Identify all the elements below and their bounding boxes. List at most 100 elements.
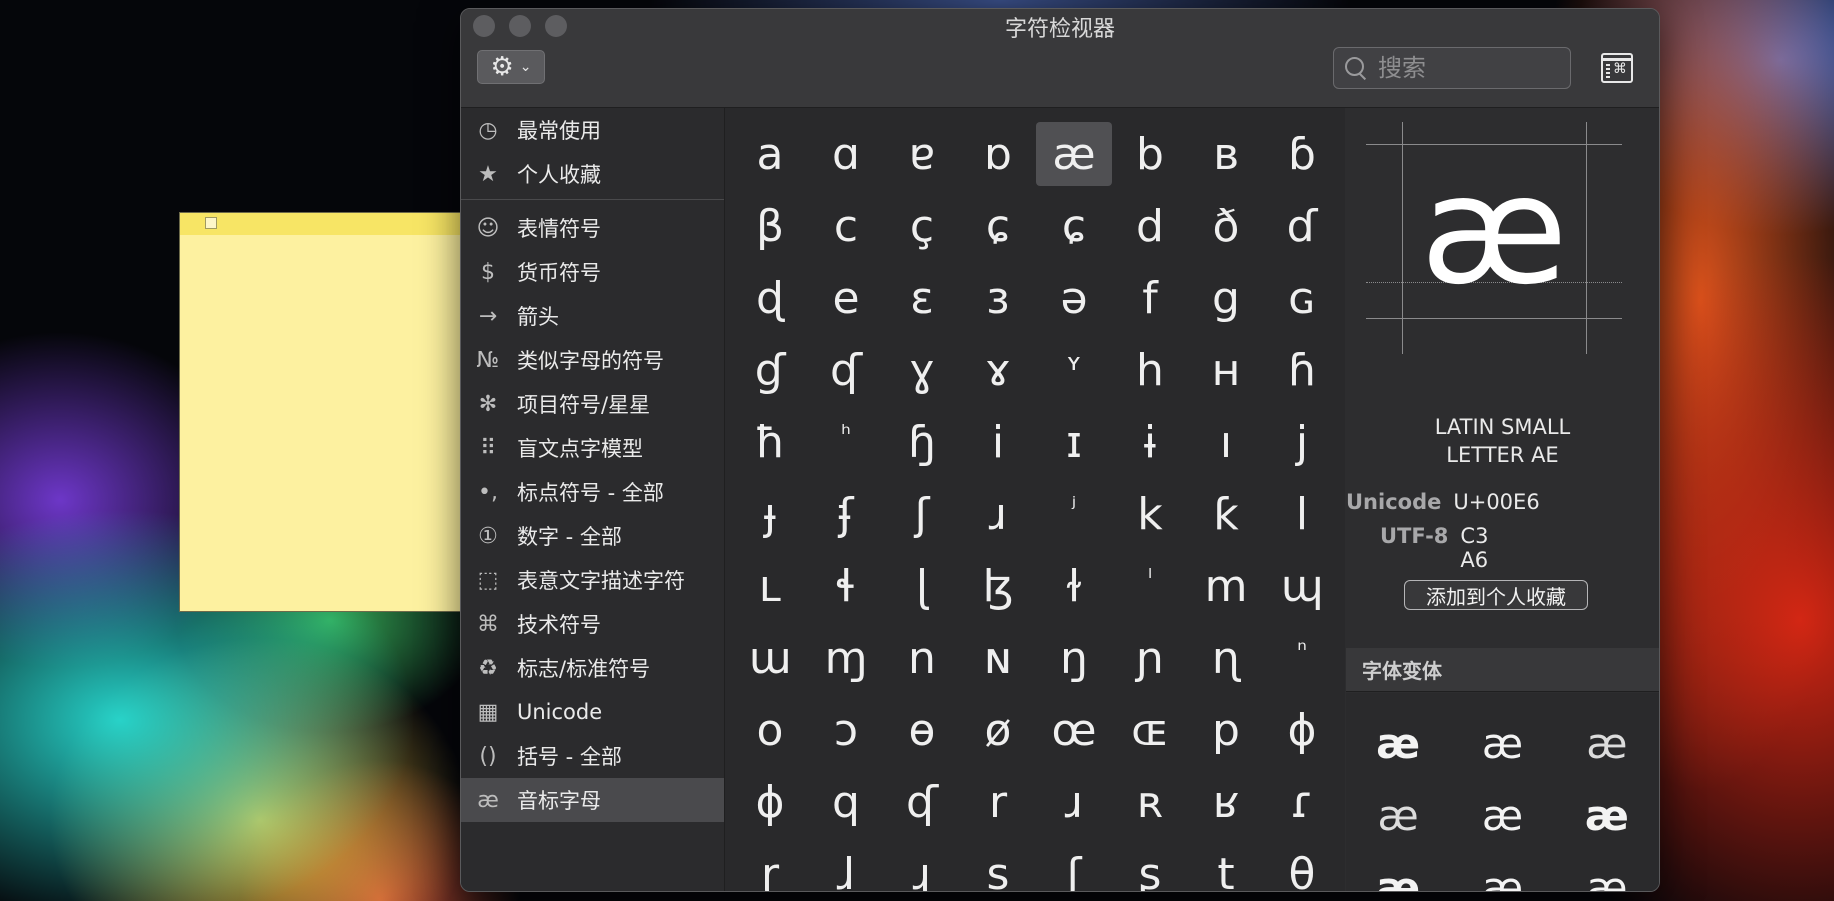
toggle-view-button[interactable]: ⌘ — [1601, 53, 1633, 83]
character-cell[interactable]: ʠ — [884, 770, 960, 834]
font-variant-cell[interactable]: æ — [1346, 851, 1450, 892]
character-cell[interactable]: b — [1112, 122, 1188, 186]
character-cell[interactable]: ɫ — [1036, 554, 1112, 618]
character-cell[interactable]: ð — [1188, 194, 1264, 258]
character-cell[interactable]: k — [1112, 482, 1188, 546]
character-cell[interactable]: ɖ — [732, 266, 808, 330]
character-cell[interactable]: ɸ — [1264, 698, 1340, 762]
sidebar-item[interactable]: ⌘ 技术符号 — [461, 602, 724, 646]
sidebar-item[interactable]: ♻ 标志/标准符号 — [461, 646, 724, 690]
character-cell[interactable]: h — [1112, 338, 1188, 402]
character-cell[interactable]: ɤ — [960, 338, 1036, 402]
action-menu-button[interactable]: ⚙ ⌄ — [477, 50, 545, 84]
sidebar-item[interactable]: ◷ 最常使用 — [461, 108, 724, 152]
character-cell[interactable]: œ — [1036, 698, 1112, 762]
character-cell[interactable]: ɜ — [960, 266, 1036, 330]
character-cell[interactable]: ɴ — [960, 626, 1036, 690]
character-cell[interactable]: ç — [884, 194, 960, 258]
character-cell[interactable]: ɗ — [1264, 194, 1340, 258]
character-cell[interactable]: m — [1188, 554, 1264, 618]
character-cell[interactable]: ɐ — [884, 122, 960, 186]
character-cell[interactable]: ɠ — [732, 338, 808, 402]
titlebar[interactable]: 字符检视器 ⚙ ⌄ ⌘ — [461, 9, 1659, 108]
character-cell[interactable]: ɾ — [1264, 770, 1340, 834]
character-cell[interactable]: j — [1264, 410, 1340, 474]
character-cell[interactable]: ɺ — [808, 842, 884, 892]
character-cell[interactable]: i — [960, 410, 1036, 474]
character-cell[interactable]: ʃ — [1036, 842, 1112, 892]
character-cell[interactable]: a — [732, 122, 808, 186]
character-cell[interactable]: p — [1188, 698, 1264, 762]
character-cell[interactable]: s — [960, 842, 1036, 892]
sidebar-item[interactable]: ① 数字 - 全部 — [461, 514, 724, 558]
character-cell[interactable]: ɒ — [960, 122, 1036, 186]
sidebar-item[interactable]: •, 标点符号 - 全部 — [461, 470, 724, 514]
character-cell[interactable]: ı — [1188, 410, 1264, 474]
font-variant-cell[interactable]: æ — [1346, 707, 1450, 779]
character-cell[interactable]: ɢ — [1264, 266, 1340, 330]
character-cell[interactable]: ʂ — [1112, 842, 1188, 892]
character-cell[interactable]: ƙ — [1188, 482, 1264, 546]
sidebar-item[interactable]: ▦ Unicode — [461, 690, 724, 734]
character-cell[interactable]: ŋ — [1036, 626, 1112, 690]
character-cell[interactable]: ˡ — [1112, 554, 1188, 618]
character-cell[interactable]: ɳ — [1188, 626, 1264, 690]
character-cell[interactable]: ɔ — [808, 698, 884, 762]
font-variant-cell[interactable]: æ — [1450, 851, 1554, 892]
sidebar-item[interactable]: () 括号 - 全部 — [461, 734, 724, 778]
sidebar-item[interactable]: ☺ 表情符号 — [461, 206, 724, 250]
character-cell[interactable]: ɽ — [732, 842, 808, 892]
font-variant-cell[interactable]: æ — [1555, 851, 1659, 892]
font-variants-header[interactable]: 字体变体 — [1346, 648, 1659, 692]
character-cell[interactable]: ɱ — [808, 626, 884, 690]
character-cell[interactable]: ɰ — [1264, 554, 1340, 618]
character-cell[interactable]: ʁ — [1188, 770, 1264, 834]
character-cell[interactable]: ʟ — [732, 554, 808, 618]
sidebar-item[interactable]: № 类似字母的符号 — [461, 338, 724, 382]
character-cell[interactable]: ɮ — [960, 554, 1036, 618]
character-cell[interactable]: ɣ — [884, 338, 960, 402]
sidebar-item[interactable]: → 箭头 — [461, 294, 724, 338]
sidebar-item[interactable]: $ 货币符号 — [461, 250, 724, 294]
sidebar-item[interactable]: ★ 个人收藏 — [461, 152, 724, 196]
character-cell[interactable]: ɭ — [884, 554, 960, 618]
sidebar-item[interactable]: æ 音标字母 — [461, 778, 724, 822]
character-cell[interactable]: e — [808, 266, 884, 330]
search-input[interactable] — [1376, 53, 1560, 83]
character-cell[interactable]: t — [1188, 842, 1264, 892]
character-cell[interactable]: ɯ — [732, 626, 808, 690]
character-cell[interactable]: ɬ — [808, 554, 884, 618]
character-cell[interactable]: ħ — [732, 410, 808, 474]
sidebar-item[interactable]: ⠿ 盲文点字模型 — [461, 426, 724, 470]
character-cell[interactable]: l — [1264, 482, 1340, 546]
character-cell[interactable]: ɹ — [1036, 770, 1112, 834]
character-cell[interactable]: ɨ — [1112, 410, 1188, 474]
font-variant-cell[interactable]: æ — [1346, 779, 1450, 851]
character-cell[interactable]: ɶ — [1112, 698, 1188, 762]
font-variant-cell[interactable]: æ — [1450, 779, 1554, 851]
character-cell[interactable]: ʀ — [1112, 770, 1188, 834]
character-cell[interactable]: g — [1188, 266, 1264, 330]
character-cell[interactable]: r — [960, 770, 1036, 834]
character-cell[interactable]: ʠ — [808, 338, 884, 402]
character-cell[interactable]: ɻ — [884, 842, 960, 892]
character-cell[interactable]: ɵ — [884, 698, 960, 762]
character-cell[interactable]: ɲ — [1112, 626, 1188, 690]
character-cell[interactable]: ɹ — [960, 482, 1036, 546]
character-cell[interactable]: ʜ — [1188, 338, 1264, 402]
character-cell[interactable]: ʏ — [1036, 338, 1112, 402]
character-cell[interactable]: ʄ — [808, 482, 884, 546]
sidebar-item[interactable]: ⬚ 表意文字描述字符 — [461, 558, 724, 602]
sidebar-item[interactable]: ✻ 项目符号/星星 — [461, 382, 724, 426]
character-cell[interactable]: ɑ — [808, 122, 884, 186]
character-cell[interactable]: o — [732, 698, 808, 762]
character-cell[interactable]: ɧ — [884, 410, 960, 474]
character-cell[interactable]: ɛ — [884, 266, 960, 330]
character-cell[interactable]: ʙ — [1188, 122, 1264, 186]
character-cell[interactable]: β — [732, 194, 808, 258]
sticky-note[interactable] — [179, 212, 461, 612]
character-cell[interactable]: ⁿ — [1264, 626, 1340, 690]
font-variant-cell[interactable]: æ — [1450, 707, 1554, 779]
character-cell[interactable]: æ — [1036, 122, 1112, 186]
character-cell[interactable]: ø — [960, 698, 1036, 762]
